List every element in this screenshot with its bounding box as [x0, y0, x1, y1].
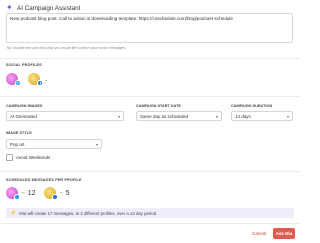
minus-icon[interactable]: – [22, 190, 25, 196]
divider [0, 171, 300, 172]
facebook-icon [37, 80, 43, 86]
social-profiles-label: SOCIAL PROFILES [6, 63, 42, 67]
campaign-duration-label: CAMPAIGN DURATION [231, 104, 273, 108]
divider [0, 58, 300, 59]
chevron-down-icon: ▾ [286, 114, 289, 119]
profile-count-1: – 12 [6, 187, 36, 200]
avoid-weekends-label: Avoid Weekends [16, 155, 51, 160]
campaign-prompt-input[interactable]: New podcast blog post. Call to action is… [6, 13, 293, 43]
facebook-icon [52, 194, 58, 200]
info-banner: ⚡ Mia will create 17 messages, to 2 diff… [6, 208, 294, 218]
cancel-button[interactable]: Cancel [252, 231, 266, 236]
campaign-images-label: CAMPAIGN IMAGES [6, 104, 43, 108]
message-count[interactable]: 12 [28, 190, 36, 197]
minus-icon[interactable]: – [60, 190, 63, 196]
campaign-images-value: AI Generated [10, 114, 37, 119]
header: ✦ AI Campaign Assistant [6, 4, 80, 12]
image-style-select[interactable]: Pop art ▾ [6, 139, 102, 149]
scheduled-messages-label: SCHEDULED MESSAGES PER PROFILE [6, 178, 82, 182]
page-title: AI Campaign Assistant [17, 4, 81, 12]
sparkle-icon: ✦ [6, 3, 13, 12]
chevron-down-icon: ▾ [215, 114, 218, 119]
avoid-weekends-checkbox[interactable] [6, 154, 13, 161]
twitter-icon [15, 80, 21, 86]
campaign-start-select[interactable]: Same day as scheduled ▾ [136, 111, 222, 121]
campaign-duration-select[interactable]: 14 days ▾ [231, 111, 293, 121]
campaign-images-select[interactable]: AI Generated ▾ [6, 111, 124, 121]
twitter-icon [14, 194, 20, 200]
profile-count-2: – 5 [44, 187, 70, 200]
prompt-tip: Tip: Include text and links that you wou… [6, 46, 127, 50]
chevron-down-icon: ▾ [95, 142, 98, 147]
lightning-icon: ⚡ [10, 210, 17, 216]
divider [0, 223, 300, 224]
campaign-start-label: CAMPAIGN START DATE [136, 104, 181, 108]
image-style-value: Pop art [10, 142, 25, 147]
chevron-down-icon: ▾ [117, 114, 120, 119]
divider [0, 96, 300, 97]
campaign-start-value: Same day as scheduled [140, 114, 189, 119]
info-message: Mia will create 17 messages, to 2 differ… [19, 210, 158, 216]
image-style-label: IMAGE STYLE [6, 131, 32, 135]
campaign-duration-value: 14 days [235, 114, 251, 119]
ask-mia-button[interactable]: Ask Mia [273, 228, 295, 239]
message-count[interactable]: 5 [66, 190, 70, 197]
chevron-down-icon[interactable]: ⌄ [44, 77, 48, 83]
